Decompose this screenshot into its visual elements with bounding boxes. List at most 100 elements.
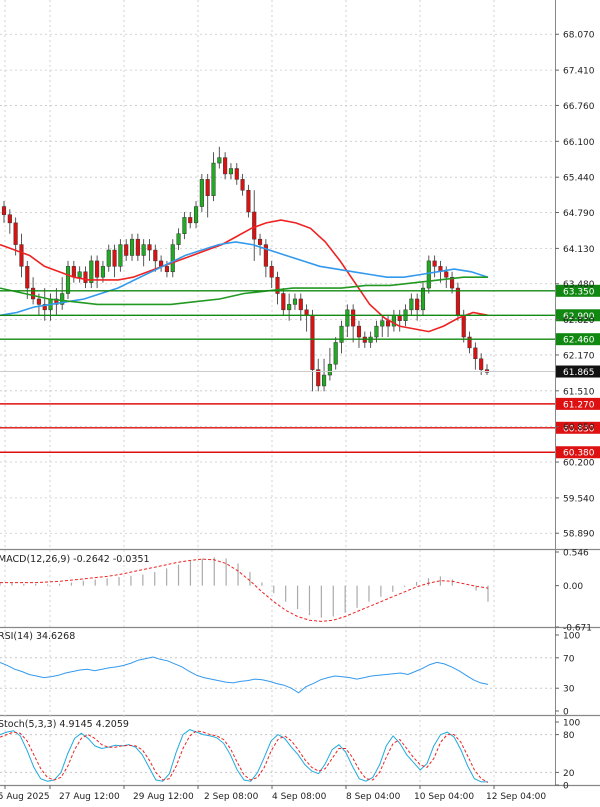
- candle: [182, 217, 187, 234]
- price-axis-tick-label: 65.440: [563, 174, 595, 184]
- candle: [426, 260, 431, 289]
- candle: [310, 315, 315, 370]
- macd-indicator-label: MACD(12,26,9) -0.2642 -0.0351: [0, 554, 150, 565]
- candle: [246, 189, 251, 213]
- stochastic-indicator-label: Stoch(5,3,3) 4.9145 4.2059: [0, 719, 129, 730]
- candle: [327, 363, 332, 376]
- candle: [351, 309, 356, 327]
- candle: [1, 206, 7, 215]
- candle: [188, 217, 193, 224]
- candle: [252, 211, 257, 240]
- resistance-level-label: 62.460: [563, 336, 595, 346]
- macd-axis-tick-label: 0.546: [563, 549, 589, 559]
- candle: [176, 233, 181, 245]
- price-axis-tick-label: 62.170: [563, 351, 595, 361]
- candle: [31, 287, 36, 300]
- time-axis-tick-label: 4 Sep 08:00: [272, 792, 327, 802]
- candle: [397, 315, 402, 321]
- candle: [170, 244, 175, 273]
- time-axis-tick-label: 10 Sep 04:00: [414, 792, 474, 802]
- candle: [112, 249, 117, 267]
- candle: [444, 271, 449, 278]
- candle: [356, 325, 362, 338]
- time-axis-tick-label: 2 Sep 08:00: [204, 792, 259, 802]
- candle: [153, 249, 158, 262]
- price-axis-tick-label: 63.480: [563, 280, 595, 290]
- candle: [95, 260, 100, 278]
- stoch-axis-tick-label: 20: [563, 769, 575, 779]
- candle: [147, 244, 152, 251]
- trading-chart: 63.350 62.900 62.460 61.270 60.830 60.380 61.8…: [0, 0, 600, 803]
- candle: [71, 266, 76, 278]
- time-axis-tick-label: 27 Aug 12:00: [59, 792, 120, 802]
- price-axis-tick-label: 60.850: [563, 423, 595, 433]
- candle: [339, 325, 344, 343]
- candle: [415, 298, 420, 311]
- candle: [124, 244, 129, 256]
- price-axis-tick-label: 64.130: [563, 245, 595, 255]
- candle: [298, 298, 303, 311]
- candle: [333, 342, 338, 365]
- price-axis-tick-label: 64.790: [563, 209, 595, 219]
- candle: [205, 179, 210, 196]
- support-level-label: 61.270: [563, 400, 595, 410]
- macd-axis-tick-label: 0.00: [563, 582, 583, 592]
- candle: [65, 266, 71, 294]
- candle: [234, 168, 239, 180]
- candle: [374, 325, 379, 338]
- candle: [473, 347, 478, 360]
- candle: [13, 222, 18, 245]
- candle: [304, 309, 309, 316]
- price-axis-tick-label: 58.890: [563, 530, 595, 540]
- time-axis-tick-label: 12 Sep 04:00: [486, 792, 546, 802]
- candle: [7, 214, 12, 224]
- candle: [211, 162, 216, 196]
- candle: [455, 287, 460, 316]
- candle: [193, 206, 199, 224]
- price-axis-tick-label: 66.100: [563, 138, 595, 148]
- candle: [118, 244, 123, 267]
- price-axis-tick-label: 68.070: [563, 31, 595, 41]
- candle: [100, 266, 105, 278]
- candle: [287, 304, 292, 311]
- candle: [345, 309, 350, 327]
- candle: [223, 157, 228, 175]
- candle: [432, 260, 437, 267]
- candle: [322, 374, 327, 387]
- candle: [292, 298, 298, 305]
- stoch-axis-tick-label: 100: [563, 719, 580, 729]
- rsi-axis-tick-label: 100: [563, 632, 580, 642]
- candle: [141, 244, 146, 256]
- time-axis-tick-label: 29 Aug 12:00: [133, 792, 194, 802]
- price-axis-tick-label: 67.410: [563, 67, 595, 77]
- price-axis-tick-label: 66.760: [563, 102, 595, 112]
- current-price-label: 61.865: [563, 368, 595, 378]
- candle: [135, 238, 140, 256]
- candle: [77, 271, 82, 278]
- candle: [240, 179, 245, 191]
- candle: [19, 244, 24, 267]
- chart-svg: 63.35062.90062.46061.27060.83060.38061.8…: [0, 0, 600, 803]
- candle: [479, 358, 484, 370]
- candle: [380, 320, 385, 327]
- candle: [106, 249, 111, 267]
- candle: [257, 238, 263, 245]
- candle: [83, 271, 88, 283]
- time-axis-tick-label: 8 Sep 04:00: [346, 792, 401, 802]
- candle: [164, 266, 169, 273]
- candle: [129, 238, 135, 256]
- candle: [316, 369, 321, 387]
- candle: [269, 266, 274, 278]
- candle: [217, 157, 222, 164]
- candle: [36, 298, 41, 305]
- candle: [25, 266, 30, 289]
- candle: [228, 168, 234, 175]
- rsi-axis-tick-label: 30: [563, 685, 575, 695]
- rsi-indicator-label: RSI(14) 34.6268: [0, 631, 75, 642]
- support-level-label: 60.380: [563, 449, 595, 459]
- candle: [281, 293, 286, 311]
- candle: [159, 260, 164, 267]
- candle: [199, 179, 204, 207]
- stoch-axis-tick-label: 80: [563, 731, 575, 741]
- time-axis-tick-label: 25 Aug 2025: [0, 792, 50, 802]
